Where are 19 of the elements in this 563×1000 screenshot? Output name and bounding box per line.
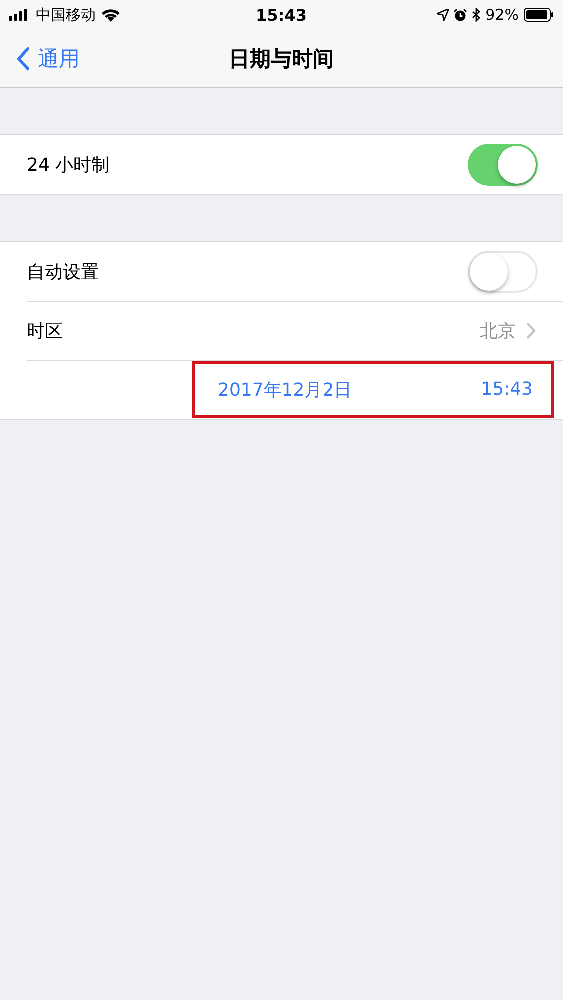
setting-value: 北京 bbox=[480, 320, 516, 342]
alarm-clock-icon bbox=[454, 8, 467, 22]
location-arrow-icon bbox=[436, 9, 449, 21]
wifi-icon bbox=[101, 8, 121, 22]
battery-percent: 92% bbox=[486, 6, 519, 24]
bluetooth-icon bbox=[472, 8, 481, 22]
battery-icon bbox=[524, 8, 554, 22]
setting-label: 24 小时制 bbox=[27, 154, 111, 176]
chevron-icon bbox=[526, 322, 536, 340]
back-button[interactable]: 通用 bbox=[0, 30, 80, 87]
setting-label: 时区 bbox=[27, 320, 64, 342]
date-value[interactable]: 2017年12月2日 bbox=[218, 378, 352, 402]
clock-time: 15:43 bbox=[256, 6, 307, 24]
back-chevron-icon bbox=[16, 46, 30, 70]
page-title: 日期与时间 bbox=[229, 46, 334, 72]
carrier-name: 中国移动 bbox=[36, 6, 96, 24]
time-value[interactable]: 15:43 bbox=[481, 379, 533, 400]
setting-label: 自动设置 bbox=[27, 260, 100, 284]
toggle-switch[interactable] bbox=[468, 144, 538, 186]
